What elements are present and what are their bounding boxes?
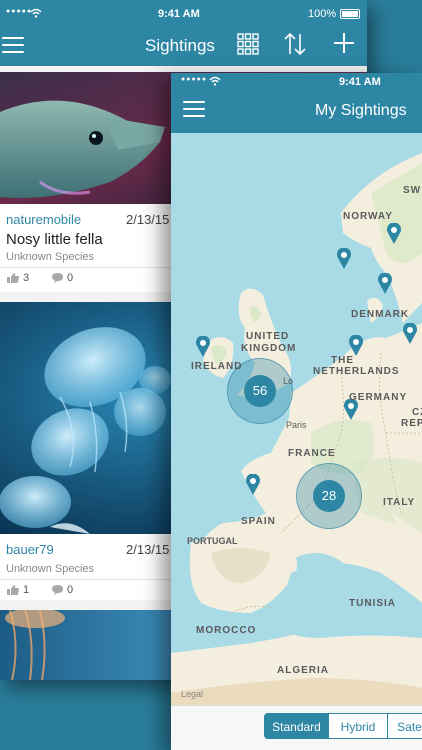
thumbs-up-icon[interactable] [6, 584, 20, 596]
map-label: THE [331, 355, 354, 366]
sighting-pin-icon[interactable] [348, 335, 364, 357]
card-species: Unknown Species [6, 563, 95, 575]
card-username[interactable]: naturemobile [6, 212, 81, 227]
signal-icon: ●●●●● [181, 76, 208, 83]
comment-count: 0 [67, 584, 74, 596]
card-username[interactable]: bauer79 [6, 542, 54, 557]
sort-icon[interactable] [284, 32, 306, 56]
map-label: ITALY [383, 497, 416, 508]
card-date: 2/13/15 [126, 542, 170, 557]
card-date: 2/13/15 [126, 212, 170, 227]
sighting-pin-icon[interactable] [386, 223, 402, 245]
map-label: KINGDOM [241, 343, 297, 354]
status-time: 9:41 AM [339, 76, 381, 88]
card-species: Unknown Species [6, 251, 95, 263]
map-view[interactable]: 56 28 SW NORWAY DENMARK UNITED KINGDOM I… [171, 133, 422, 705]
add-icon[interactable] [333, 32, 355, 54]
map-label: GERMANY [349, 392, 408, 403]
map-label: IRELAND [191, 361, 243, 372]
nav-bar: My Sightings [171, 91, 422, 133]
map-label: FRANCE [288, 448, 336, 459]
sighting-pin-icon[interactable] [195, 336, 211, 358]
card-title: Nosy little fella [6, 231, 103, 248]
map-label: ALGERIA [277, 665, 329, 676]
menu-icon[interactable] [183, 101, 205, 117]
map-label: Lo [283, 376, 294, 386]
status-bar: ●●●●● 9:41 AM 100% [0, 0, 367, 28]
battery-percent: 100% [308, 8, 337, 20]
map-label: SPAIN [241, 516, 276, 527]
comment-icon[interactable] [51, 584, 64, 596]
battery-icon [340, 9, 360, 19]
status-time: 9:41 AM [158, 8, 200, 20]
comment-icon[interactable] [51, 272, 64, 284]
map-type-hybrid-button[interactable]: Hybrid [328, 713, 388, 739]
map-label: TUNISIA [349, 598, 396, 609]
grid-view-icon[interactable] [237, 33, 259, 55]
sighting-pin-icon[interactable] [377, 273, 393, 295]
map-label: PORTUGAL [187, 536, 238, 546]
map-label: CZ [412, 407, 422, 418]
map-label: SW [403, 185, 422, 196]
cluster-count: 56 [244, 375, 276, 407]
sighting-cluster[interactable]: 28 [296, 463, 362, 529]
status-bar: ●●●●● 9:41 AM [171, 73, 422, 91]
map-type-standard-button[interactable]: Standard [264, 713, 329, 739]
map-type-satellite-button[interactable]: Sate [387, 713, 422, 739]
sighting-pin-icon[interactable] [245, 474, 261, 496]
map-label: Paris [286, 420, 307, 430]
nav-title: Sightings [145, 36, 215, 55]
map-label: NETHERLANDS [313, 366, 400, 377]
sighting-pin-icon[interactable] [336, 248, 352, 270]
wifi-icon [209, 76, 221, 86]
nav-title: My Sightings [315, 102, 407, 119]
signal-icon: ●●●●● [6, 8, 33, 15]
like-count: 3 [23, 272, 30, 284]
map-label: UNITED [246, 331, 290, 342]
cluster-count: 28 [313, 480, 345, 512]
map-label: REP [401, 418, 422, 429]
map-label: DENMARK [351, 309, 410, 320]
like-count: 1 [23, 584, 30, 596]
nav-bar: Sightings [0, 28, 367, 66]
map-label: NORWAY [343, 211, 393, 222]
menu-icon[interactable] [2, 37, 24, 53]
wifi-icon [30, 8, 42, 18]
map-screen: ●●●●● 9:41 AM My Sightings 56 28 SW NORW… [171, 73, 422, 750]
comment-count: 0 [67, 272, 74, 284]
sighting-pin-icon[interactable] [402, 323, 418, 345]
map-label: MOROCCO [196, 625, 257, 636]
legal-link[interactable]: Legal [181, 689, 203, 699]
thumbs-up-icon[interactable] [6, 272, 20, 284]
